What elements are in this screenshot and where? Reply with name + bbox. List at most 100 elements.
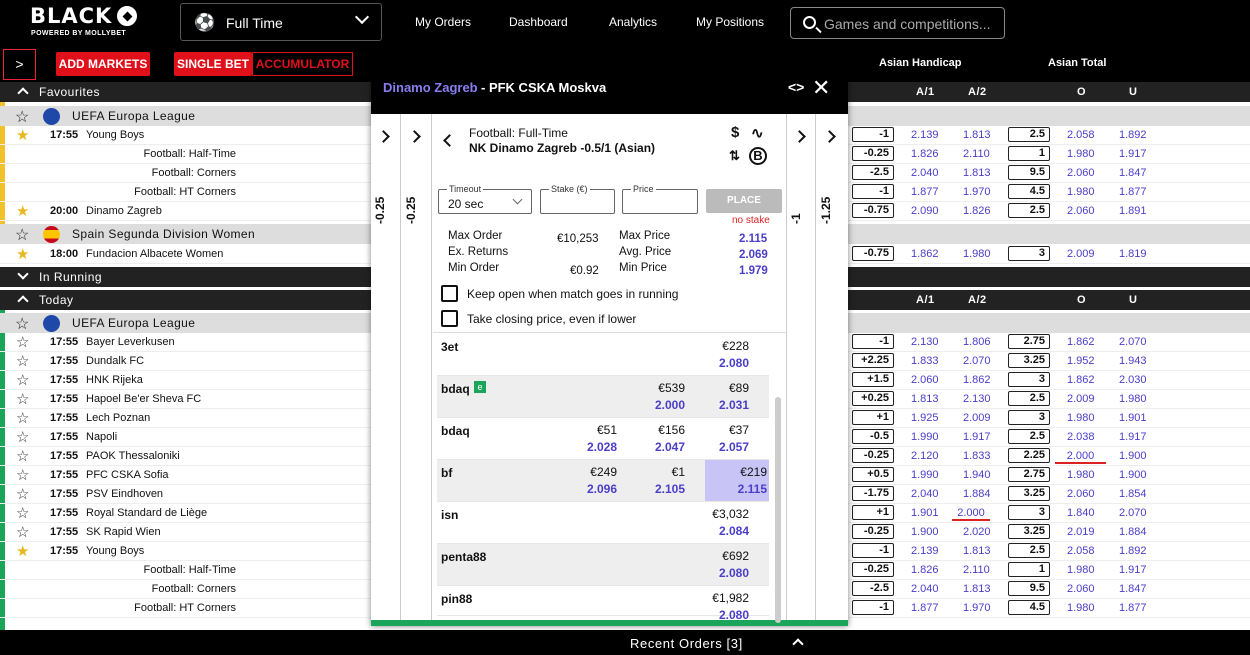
price-a1[interactable]: 2.040 — [911, 488, 939, 500]
handicap-line[interactable]: -1.75 — [852, 486, 894, 501]
handicap-line[interactable]: -0.75 — [852, 246, 894, 261]
price-o[interactable]: 2.060 — [1067, 167, 1095, 179]
price-a1[interactable]: 2.060 — [911, 374, 939, 386]
b-badge-icon[interactable]: B — [749, 147, 767, 165]
add-markets-button[interactable]: ADD MARKETS — [56, 52, 150, 76]
handicap-line[interactable]: -2.5 — [852, 165, 894, 180]
star-icon[interactable]: ☆ — [16, 352, 29, 370]
star-icon[interactable]: ★ — [16, 202, 29, 220]
price-a1[interactable]: 1.925 — [911, 412, 939, 424]
team-name[interactable]: Dinamo Zagreb — [86, 205, 162, 217]
handicap-line[interactable]: -0.75 — [852, 203, 894, 218]
team-name[interactable]: Bayer Leverkusen — [86, 336, 175, 348]
handicap-line[interactable]: -1 — [852, 543, 894, 558]
search-input[interactable]: Games and competitions... — [790, 7, 1005, 39]
price-o[interactable]: 2.060 — [1067, 488, 1095, 500]
team-name[interactable]: HNK Rijeka — [86, 374, 143, 386]
price-u[interactable]: 1.917 — [1119, 148, 1147, 160]
price-u[interactable]: 1.943 — [1119, 355, 1147, 367]
team-name[interactable]: Napoli — [86, 431, 117, 443]
total-line[interactable]: 4.5 — [1008, 600, 1050, 615]
price-a1[interactable]: 1.826 — [911, 148, 939, 160]
order-cell[interactable]: €692 2.080 — [687, 549, 749, 580]
price-a2[interactable]: 1.862 — [963, 374, 991, 386]
total-line[interactable]: 3.25 — [1008, 486, 1050, 501]
price-o[interactable]: 1.862 — [1067, 336, 1095, 348]
price-o[interactable]: 2.060 — [1067, 583, 1095, 595]
price-o[interactable]: 1.862 — [1067, 374, 1095, 386]
price-a2[interactable]: 1.826 — [963, 205, 991, 217]
star-icon[interactable]: ★ — [16, 126, 29, 144]
code-icon[interactable]: <> — [788, 79, 804, 95]
handicap-line[interactable]: -0.25 — [852, 524, 894, 539]
sub-market-name[interactable]: Football: Corners — [152, 167, 236, 179]
star-icon[interactable]: ☆ — [16, 447, 29, 465]
star-icon[interactable]: ★ — [16, 245, 29, 263]
price-a1[interactable]: 1.862 — [911, 248, 939, 260]
total-line[interactable]: 2.75 — [1008, 334, 1050, 349]
price-a2[interactable]: 1.806 — [963, 336, 991, 348]
chevron-left-icon[interactable] — [443, 134, 456, 147]
price-a2[interactable]: 1.884 — [963, 488, 991, 500]
price-u[interactable]: 1.892 — [1119, 129, 1147, 141]
single-bet-button[interactable]: SINGLE BET — [174, 52, 252, 76]
price-a2[interactable]: 1.813 — [963, 167, 991, 179]
total-line[interactable]: 3 — [1008, 372, 1050, 387]
team-name[interactable]: Young Boys — [86, 545, 144, 557]
handicap-line[interactable]: -0.25 — [852, 448, 894, 463]
price-o[interactable]: 2.019 — [1067, 526, 1095, 538]
price-u[interactable]: 1.917 — [1119, 564, 1147, 576]
timeout-select[interactable]: Timeout 20 sec — [438, 184, 532, 214]
total-line[interactable]: 2.75 — [1008, 467, 1050, 482]
team-name[interactable]: PFC CSKA Sofia — [86, 469, 169, 481]
home-team[interactable]: Dinamo Zagreb — [383, 80, 478, 95]
line-left-inner[interactable]: -0.25 — [402, 114, 432, 620]
nav-my-orders[interactable]: My Orders — [415, 15, 471, 29]
team-name[interactable]: Dundalk FC — [86, 355, 144, 367]
nav-my-positions[interactable]: My Positions — [696, 15, 764, 29]
handicap-line[interactable]: -1 — [852, 334, 894, 349]
total-line[interactable]: 2.5 — [1008, 391, 1050, 406]
market-select[interactable]: ⚽ Full Time — [180, 3, 382, 41]
handicap-line[interactable]: -2.5 — [852, 581, 894, 596]
price-a1[interactable]: 1.990 — [911, 431, 939, 443]
swap-icon[interactable]: ⇅ — [729, 148, 740, 164]
total-line[interactable]: 1 — [1008, 146, 1050, 161]
price-a1[interactable]: 1.813 — [911, 393, 939, 405]
total-line[interactable]: 9.5 — [1008, 165, 1050, 180]
price-u[interactable]: 2.030 — [1119, 374, 1147, 386]
price-u[interactable]: 1.900 — [1119, 469, 1147, 481]
place-button[interactable]: PLACE — [706, 189, 782, 213]
price-o[interactable]: 1.980 — [1067, 469, 1095, 481]
price-field[interactable]: Price — [622, 184, 698, 214]
accumulator-button[interactable]: ACCUMULATOR — [252, 52, 353, 76]
price-a1[interactable]: 2.040 — [911, 167, 939, 179]
price-u[interactable]: 1.901 — [1119, 412, 1147, 424]
price-a2[interactable]: 2.070 — [963, 355, 991, 367]
logo[interactable]: BLACK POWERED BY MOLLYBET — [30, 4, 142, 42]
price-u[interactable]: 1.877 — [1119, 186, 1147, 198]
price-a1[interactable]: 2.040 — [911, 583, 939, 595]
handicap-line[interactable]: -1 — [852, 127, 894, 142]
price-u[interactable]: 1.891 — [1119, 205, 1147, 217]
star-icon[interactable]: ☆ — [16, 409, 29, 427]
nav-analytics[interactable]: Analytics — [609, 15, 657, 29]
price-a2[interactable]: 1.980 — [963, 248, 991, 260]
keep-open-checkbox[interactable] — [441, 285, 458, 302]
handicap-line[interactable]: +0.5 — [852, 467, 894, 482]
price-u[interactable]: 1.819 — [1119, 248, 1147, 260]
line-right-outer[interactable]: -1.25 — [817, 114, 847, 620]
total-line[interactable]: 2.25 — [1008, 448, 1050, 463]
total-line[interactable]: 3.25 — [1008, 524, 1050, 539]
star-icon[interactable]: ☆ — [16, 371, 29, 389]
price-a1[interactable]: 2.139 — [911, 129, 939, 141]
total-line[interactable]: 2.5 — [1008, 543, 1050, 558]
price-u[interactable]: 1.892 — [1119, 545, 1147, 557]
sub-market-name[interactable]: Football: HT Corners — [134, 602, 236, 614]
sub-market-name[interactable]: Football: Half-Time — [143, 148, 236, 160]
order-cell[interactable]: €249 2.096 — [555, 465, 617, 496]
star-icon[interactable]: ☆ — [16, 466, 29, 484]
total-line[interactable]: 4.5 — [1008, 184, 1050, 199]
star-icon[interactable]: ☆ — [16, 333, 29, 351]
team-name[interactable]: PAOK Thessaloniki — [86, 450, 180, 462]
